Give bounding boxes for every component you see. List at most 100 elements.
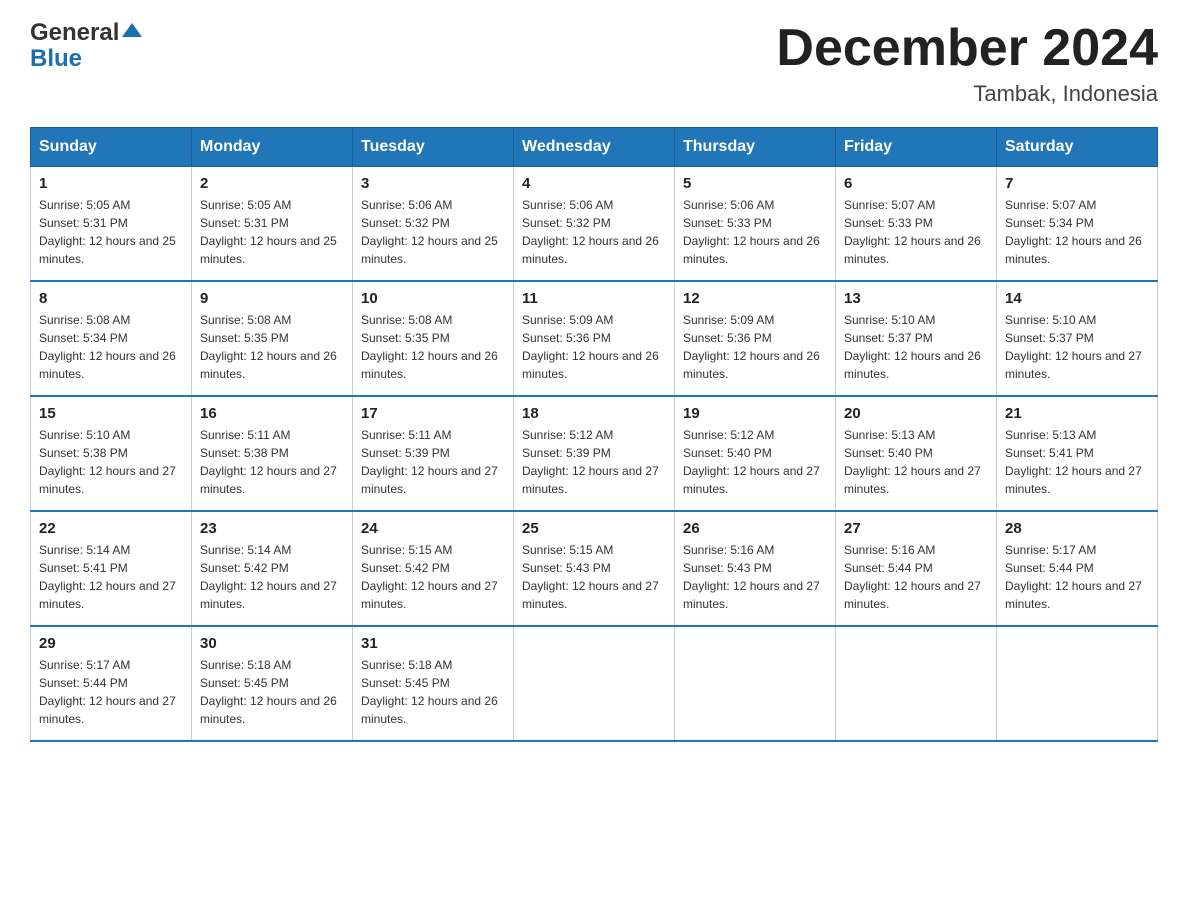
day-cell: 27 Sunrise: 5:16 AM Sunset: 5:44 PM Dayl…	[836, 511, 997, 626]
day-info: Sunrise: 5:17 AM Sunset: 5:44 PM Dayligh…	[1005, 541, 1149, 613]
day-number: 27	[844, 520, 988, 537]
day-number: 21	[1005, 405, 1149, 422]
day-cell: 5 Sunrise: 5:06 AM Sunset: 5:33 PM Dayli…	[675, 167, 836, 282]
day-cell	[514, 626, 675, 741]
day-number: 26	[683, 520, 827, 537]
day-number: 9	[200, 290, 344, 307]
day-number: 18	[522, 405, 666, 422]
col-monday: Monday	[192, 128, 353, 167]
col-tuesday: Tuesday	[353, 128, 514, 167]
col-sunday: Sunday	[31, 128, 192, 167]
day-info: Sunrise: 5:05 AM Sunset: 5:31 PM Dayligh…	[39, 196, 183, 268]
day-cell: 9 Sunrise: 5:08 AM Sunset: 5:35 PM Dayli…	[192, 281, 353, 396]
day-number: 3	[361, 175, 505, 192]
day-number: 10	[361, 290, 505, 307]
day-cell	[675, 626, 836, 741]
day-info: Sunrise: 5:17 AM Sunset: 5:44 PM Dayligh…	[39, 656, 183, 728]
day-cell	[997, 626, 1158, 741]
day-number: 15	[39, 405, 183, 422]
day-cell: 13 Sunrise: 5:10 AM Sunset: 5:37 PM Dayl…	[836, 281, 997, 396]
month-title: December 2024	[776, 20, 1158, 77]
day-info: Sunrise: 5:06 AM Sunset: 5:32 PM Dayligh…	[361, 196, 505, 268]
day-info: Sunrise: 5:08 AM Sunset: 5:34 PM Dayligh…	[39, 311, 183, 383]
week-row-5: 29 Sunrise: 5:17 AM Sunset: 5:44 PM Dayl…	[31, 626, 1158, 741]
day-cell: 6 Sunrise: 5:07 AM Sunset: 5:33 PM Dayli…	[836, 167, 997, 282]
day-cell: 26 Sunrise: 5:16 AM Sunset: 5:43 PM Dayl…	[675, 511, 836, 626]
day-number: 20	[844, 405, 988, 422]
day-info: Sunrise: 5:16 AM Sunset: 5:43 PM Dayligh…	[683, 541, 827, 613]
day-cell: 1 Sunrise: 5:05 AM Sunset: 5:31 PM Dayli…	[31, 167, 192, 282]
day-cell: 31 Sunrise: 5:18 AM Sunset: 5:45 PM Dayl…	[353, 626, 514, 741]
day-cell: 8 Sunrise: 5:08 AM Sunset: 5:34 PM Dayli…	[31, 281, 192, 396]
day-info: Sunrise: 5:07 AM Sunset: 5:34 PM Dayligh…	[1005, 196, 1149, 268]
day-number: 11	[522, 290, 666, 307]
day-cell: 30 Sunrise: 5:18 AM Sunset: 5:45 PM Dayl…	[192, 626, 353, 741]
day-cell: 4 Sunrise: 5:06 AM Sunset: 5:32 PM Dayli…	[514, 167, 675, 282]
day-info: Sunrise: 5:13 AM Sunset: 5:41 PM Dayligh…	[1005, 426, 1149, 498]
day-cell	[836, 626, 997, 741]
day-info: Sunrise: 5:16 AM Sunset: 5:44 PM Dayligh…	[844, 541, 988, 613]
day-info: Sunrise: 5:06 AM Sunset: 5:33 PM Dayligh…	[683, 196, 827, 268]
day-info: Sunrise: 5:12 AM Sunset: 5:39 PM Dayligh…	[522, 426, 666, 498]
day-number: 24	[361, 520, 505, 537]
day-info: Sunrise: 5:10 AM Sunset: 5:37 PM Dayligh…	[844, 311, 988, 383]
day-info: Sunrise: 5:09 AM Sunset: 5:36 PM Dayligh…	[522, 311, 666, 383]
day-cell: 22 Sunrise: 5:14 AM Sunset: 5:41 PM Dayl…	[31, 511, 192, 626]
day-info: Sunrise: 5:11 AM Sunset: 5:38 PM Dayligh…	[200, 426, 344, 498]
col-saturday: Saturday	[997, 128, 1158, 167]
day-info: Sunrise: 5:12 AM Sunset: 5:40 PM Dayligh…	[683, 426, 827, 498]
day-number: 14	[1005, 290, 1149, 307]
location: Tambak, Indonesia	[776, 81, 1158, 107]
day-number: 29	[39, 635, 183, 652]
col-wednesday: Wednesday	[514, 128, 675, 167]
day-info: Sunrise: 5:05 AM Sunset: 5:31 PM Dayligh…	[200, 196, 344, 268]
day-number: 4	[522, 175, 666, 192]
page-header: General Blue December 2024 Tambak, Indon…	[30, 20, 1158, 107]
day-number: 19	[683, 405, 827, 422]
day-cell: 15 Sunrise: 5:10 AM Sunset: 5:38 PM Dayl…	[31, 396, 192, 511]
day-number: 25	[522, 520, 666, 537]
calendar-table: Sunday Monday Tuesday Wednesday Thursday…	[30, 127, 1158, 742]
day-info: Sunrise: 5:10 AM Sunset: 5:38 PM Dayligh…	[39, 426, 183, 498]
day-cell: 25 Sunrise: 5:15 AM Sunset: 5:43 PM Dayl…	[514, 511, 675, 626]
day-number: 2	[200, 175, 344, 192]
day-info: Sunrise: 5:15 AM Sunset: 5:42 PM Dayligh…	[361, 541, 505, 613]
week-row-3: 15 Sunrise: 5:10 AM Sunset: 5:38 PM Dayl…	[31, 396, 1158, 511]
day-cell: 19 Sunrise: 5:12 AM Sunset: 5:40 PM Dayl…	[675, 396, 836, 511]
day-info: Sunrise: 5:14 AM Sunset: 5:41 PM Dayligh…	[39, 541, 183, 613]
day-number: 6	[844, 175, 988, 192]
day-number: 17	[361, 405, 505, 422]
day-info: Sunrise: 5:15 AM Sunset: 5:43 PM Dayligh…	[522, 541, 666, 613]
day-cell: 14 Sunrise: 5:10 AM Sunset: 5:37 PM Dayl…	[997, 281, 1158, 396]
day-info: Sunrise: 5:18 AM Sunset: 5:45 PM Dayligh…	[200, 656, 344, 728]
day-info: Sunrise: 5:08 AM Sunset: 5:35 PM Dayligh…	[361, 311, 505, 383]
day-info: Sunrise: 5:13 AM Sunset: 5:40 PM Dayligh…	[844, 426, 988, 498]
day-number: 8	[39, 290, 183, 307]
day-number: 30	[200, 635, 344, 652]
logo: General Blue	[30, 20, 142, 73]
day-info: Sunrise: 5:06 AM Sunset: 5:32 PM Dayligh…	[522, 196, 666, 268]
day-number: 22	[39, 520, 183, 537]
col-thursday: Thursday	[675, 128, 836, 167]
day-info: Sunrise: 5:14 AM Sunset: 5:42 PM Dayligh…	[200, 541, 344, 613]
day-info: Sunrise: 5:10 AM Sunset: 5:37 PM Dayligh…	[1005, 311, 1149, 383]
day-cell: 18 Sunrise: 5:12 AM Sunset: 5:39 PM Dayl…	[514, 396, 675, 511]
day-cell: 16 Sunrise: 5:11 AM Sunset: 5:38 PM Dayl…	[192, 396, 353, 511]
day-number: 31	[361, 635, 505, 652]
day-number: 5	[683, 175, 827, 192]
day-cell: 29 Sunrise: 5:17 AM Sunset: 5:44 PM Dayl…	[31, 626, 192, 741]
title-block: December 2024 Tambak, Indonesia	[776, 20, 1158, 107]
day-cell: 20 Sunrise: 5:13 AM Sunset: 5:40 PM Dayl…	[836, 396, 997, 511]
day-number: 12	[683, 290, 827, 307]
day-number: 16	[200, 405, 344, 422]
col-friday: Friday	[836, 128, 997, 167]
day-info: Sunrise: 5:08 AM Sunset: 5:35 PM Dayligh…	[200, 311, 344, 383]
day-cell: 3 Sunrise: 5:06 AM Sunset: 5:32 PM Dayli…	[353, 167, 514, 282]
day-info: Sunrise: 5:07 AM Sunset: 5:33 PM Dayligh…	[844, 196, 988, 268]
day-info: Sunrise: 5:11 AM Sunset: 5:39 PM Dayligh…	[361, 426, 505, 498]
week-row-4: 22 Sunrise: 5:14 AM Sunset: 5:41 PM Dayl…	[31, 511, 1158, 626]
day-cell: 21 Sunrise: 5:13 AM Sunset: 5:41 PM Dayl…	[997, 396, 1158, 511]
day-cell: 2 Sunrise: 5:05 AM Sunset: 5:31 PM Dayli…	[192, 167, 353, 282]
day-cell: 17 Sunrise: 5:11 AM Sunset: 5:39 PM Dayl…	[353, 396, 514, 511]
day-cell: 12 Sunrise: 5:09 AM Sunset: 5:36 PM Dayl…	[675, 281, 836, 396]
